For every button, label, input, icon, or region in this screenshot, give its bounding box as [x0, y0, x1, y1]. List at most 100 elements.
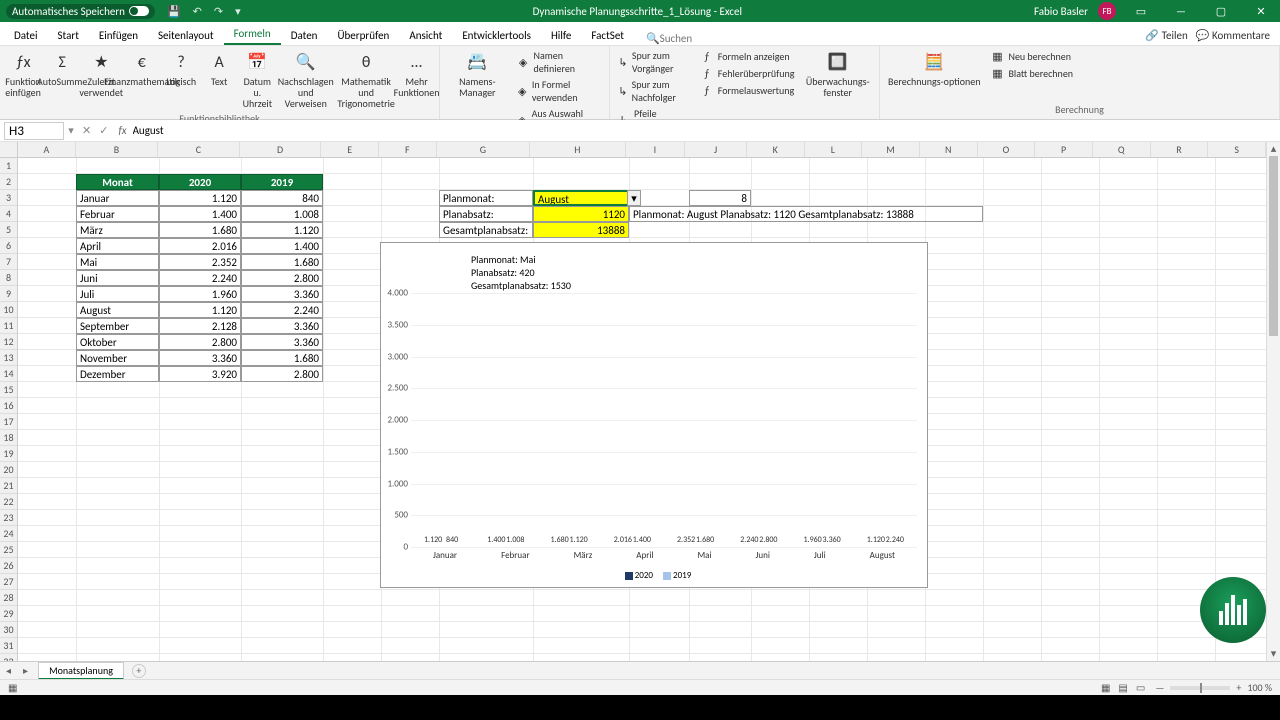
column-header[interactable]: G [437, 142, 530, 157]
formula-input[interactable] [133, 122, 1280, 140]
tab-daten[interactable]: Daten [281, 25, 328, 45]
cell[interactable]: Juli [76, 286, 159, 302]
cell[interactable]: 3.360 [241, 334, 323, 350]
cell[interactable]: November [76, 350, 159, 366]
row-header[interactable]: 2 [0, 174, 17, 190]
cell[interactable]: 1.008 [241, 206, 323, 222]
row-header[interactable]: 30 [0, 622, 17, 638]
cell[interactable]: Oktober [76, 334, 159, 350]
row-header[interactable]: 15 [0, 382, 17, 398]
column-header[interactable]: I [626, 142, 686, 157]
column-header[interactable]: F [379, 142, 437, 157]
ribbon-item[interactable]: ▦Blatt berechnen [986, 65, 1077, 81]
cell[interactable]: 1.680 [159, 222, 241, 238]
tab-factset[interactable]: FactSet [581, 25, 634, 45]
cell[interactable]: 3.920 [159, 366, 241, 382]
cell[interactable]: 1.400 [241, 238, 323, 254]
column-header[interactable]: M [862, 142, 920, 157]
share-button[interactable]: 🔗 Teilen [1145, 29, 1187, 42]
cell[interactable]: Februar [76, 206, 159, 222]
cell[interactable]: August [533, 190, 629, 206]
cell[interactable]: Gesamtplanabsatz: [439, 222, 533, 238]
cell[interactable]: 2.800 [241, 366, 323, 382]
row-header[interactable]: 16 [0, 398, 17, 414]
ribbon-button[interactable]: AText [201, 48, 237, 89]
ribbon-button[interactable]: ?Logisch [163, 48, 199, 89]
tab-ueberpruefen[interactable]: Überprüfen [327, 25, 399, 45]
cell[interactable]: 1.120 [159, 302, 241, 318]
row-header[interactable]: 8 [0, 270, 17, 286]
row-header[interactable]: 14 [0, 366, 17, 382]
cell[interactable]: 2.800 [159, 334, 241, 350]
row-header[interactable]: 28 [0, 590, 17, 606]
sheet-tab-active[interactable]: Monatsplanung [38, 662, 124, 680]
column-header[interactable]: O [978, 142, 1036, 157]
tab-formeln[interactable]: Formeln [224, 23, 281, 45]
comments-button[interactable]: 💬 Kommentare [1196, 29, 1270, 42]
row-header[interactable]: 9 [0, 286, 17, 302]
save-icon[interactable]: 💾 [167, 5, 181, 18]
ribbon-button[interactable]: €Finanzmathematik [122, 48, 161, 89]
watch-window-button[interactable]: 🔲Überwachungs-fenster [800, 48, 875, 100]
cell[interactable]: 2019 [241, 174, 323, 190]
fx-icon[interactable]: fx [118, 124, 126, 137]
tab-einfuegen[interactable]: Einfügen [89, 25, 148, 45]
column-header[interactable]: C [158, 142, 240, 157]
cell[interactable]: Mai [76, 254, 159, 270]
sheet-nav-next[interactable]: ▸ [17, 664, 34, 677]
row-header[interactable]: 18 [0, 430, 17, 446]
column-header[interactable]: A [18, 142, 76, 157]
column-header[interactable]: H [530, 142, 625, 157]
tab-start[interactable]: Start [48, 25, 89, 45]
row-header[interactable]: 3 [0, 190, 17, 206]
cell[interactable]: Planabsatz: [439, 206, 533, 222]
cell[interactable]: 1.960 [159, 286, 241, 302]
view-layout-icon[interactable]: ▤ [1114, 681, 1131, 694]
tab-hilfe[interactable]: Hilfe [541, 25, 581, 45]
row-header[interactable]: 19 [0, 446, 17, 462]
autosave-toggle[interactable]: Automatisches Speichern [6, 4, 155, 19]
row-header[interactable]: 5 [0, 222, 17, 238]
cell[interactable]: 1.680 [241, 350, 323, 366]
names-manager-button[interactable]: 📇Namens-Manager [444, 48, 511, 100]
qat-more-icon[interactable]: ▾ [235, 5, 241, 18]
add-sheet-button[interactable]: + [132, 664, 146, 678]
calc-options-button[interactable]: 🧮Berechnungs-optionen [884, 48, 984, 89]
cell[interactable]: Juni [76, 270, 159, 286]
cell[interactable]: 2020 [159, 174, 241, 190]
undo-icon[interactable]: ↶ [193, 5, 202, 18]
cell[interactable]: 2.016 [159, 238, 241, 254]
row-header[interactable]: 7 [0, 254, 17, 270]
select-all-corner[interactable] [0, 142, 18, 158]
cell[interactable]: August [76, 302, 159, 318]
row-header[interactable]: 6 [0, 238, 17, 254]
cell[interactable]: Dezember [76, 366, 159, 382]
cell[interactable]: 3.360 [241, 318, 323, 334]
ribbon-button[interactable]: 🔍Nachschlagen und Verweisen [277, 48, 334, 111]
row-header[interactable]: 4 [0, 206, 17, 222]
row-header[interactable]: 1 [0, 158, 17, 174]
ribbon-item[interactable]: ƒFehlerüberprüfung [696, 65, 799, 81]
row-header[interactable]: 24 [0, 526, 17, 542]
view-break-icon[interactable]: ▭ [1132, 681, 1149, 694]
minimize-icon[interactable]: — [1166, 5, 1196, 18]
row-header[interactable]: 26 [0, 558, 17, 574]
redo-icon[interactable]: ↷ [214, 5, 223, 18]
column-header[interactable]: R [1151, 142, 1209, 157]
row-header[interactable]: 10 [0, 302, 17, 318]
cell[interactable]: Januar [76, 190, 159, 206]
ribbon-item[interactable]: ◈In Formel verwenden [513, 77, 605, 105]
column-header[interactable]: N [920, 142, 978, 157]
ribbon-button[interactable]: …Mehr Funktionen [398, 48, 435, 100]
cell[interactable]: Monat [76, 174, 159, 190]
ribbon-button[interactable]: ΣAutoSumme [44, 48, 80, 89]
tab-entwicklertools[interactable]: Entwicklertools [452, 25, 541, 45]
row-header[interactable]: 29 [0, 606, 17, 622]
row-header[interactable]: 23 [0, 510, 17, 526]
cell[interactable]: 1.680 [241, 254, 323, 270]
cell[interactable]: 2.240 [159, 270, 241, 286]
column-header[interactable]: P [1035, 142, 1093, 157]
cell[interactable]: 2.800 [241, 270, 323, 286]
zoom-level[interactable]: 100 % [1247, 681, 1280, 694]
ribbon-button[interactable]: ★Zuletzt verwendet [82, 48, 120, 100]
